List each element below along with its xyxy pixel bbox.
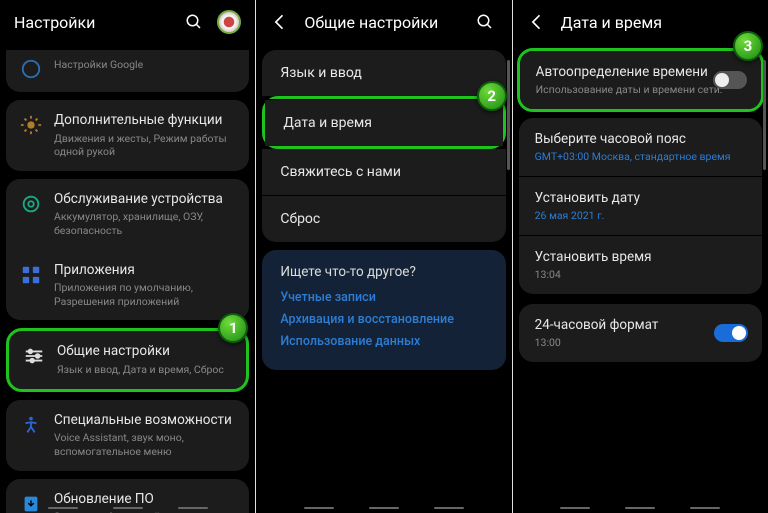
settings-panel: Настройки Настройки Google Дополнительны… — [0, 0, 255, 513]
settings-item-google[interactable]: Настройки Google — [6, 50, 249, 92]
link-backup[interactable]: Архивация и восстановление — [280, 312, 487, 327]
item-sub: Настройки Google — [54, 58, 235, 72]
settings-item-advanced[interactable]: Дополнительные функции Движения и жесты,… — [6, 100, 249, 171]
links-title: Ищете что-то другое? — [280, 264, 487, 280]
general-settings-panel: Общие настройки Язык и ввод Дата и время… — [256, 0, 511, 513]
update-icon — [20, 493, 42, 513]
item-reset[interactable]: Сброс — [262, 195, 505, 242]
scrollbar[interactable] — [507, 60, 510, 170]
header: Настройки — [0, 0, 255, 50]
item-sub: Voice Assistant, звук моно, вспомогатель… — [54, 431, 235, 458]
item-auto-time[interactable]: Автоопределение времени Использование да… — [520, 51, 761, 109]
item-language[interactable]: Язык и ввод — [262, 50, 505, 96]
item-set-time[interactable]: Установить время 13:04 — [519, 236, 762, 294]
item-title: Дополнительные функции — [54, 112, 235, 130]
google-icon — [20, 58, 42, 80]
item-contact[interactable]: Свяжитесь с нами — [262, 149, 505, 195]
sliders-icon — [23, 345, 45, 367]
page-title: Дата и время — [561, 13, 754, 32]
device-care-icon — [20, 193, 42, 215]
item-date-time[interactable]: Дата и время — [265, 99, 502, 146]
page-title: Общие настройки — [304, 13, 475, 32]
item-sub: GMT+03:00 Москва, стандартное время — [535, 150, 746, 163]
item-title: Приложения — [54, 262, 235, 280]
apps-icon — [20, 264, 42, 286]
step-badge-1: 1 — [218, 313, 248, 343]
item-timezone[interactable]: Выберите часовой пояс GMT+03:00 Москва, … — [519, 118, 762, 176]
date-time-panel: Дата и время Автоопределение времени Исп… — [513, 0, 768, 513]
profile-avatar[interactable] — [217, 10, 241, 34]
item-sub: 26 мая 2021 г. — [535, 209, 746, 222]
item-sub: Язык и ввод, Дата и время, Сброс — [57, 363, 232, 377]
settings-item-apps[interactable]: Приложения Приложения по умолчанию, Разр… — [6, 250, 249, 321]
item-sub: Движения и жесты, Режим работы одной рук… — [54, 132, 235, 159]
auto-time-highlight: Автоопределение времени Использование да… — [517, 48, 764, 112]
nav-bar — [513, 507, 768, 509]
related-links: Ищете что-то другое? Учетные записи Архи… — [262, 250, 505, 370]
item-set-date[interactable]: Установить дату 26 мая 2021 г. — [519, 177, 762, 235]
item-sub: Приложения по умолчанию, Разрешения прил… — [54, 281, 235, 308]
item-sub: 13:04 — [535, 268, 746, 281]
item-title: Специальные возможности — [54, 412, 235, 430]
accessibility-icon — [20, 414, 42, 436]
link-data-usage[interactable]: Использование данных — [280, 334, 487, 349]
general-list: Язык и ввод Дата и время 2 Свяжитесь с н… — [262, 50, 505, 242]
item-sub: 13:00 — [535, 336, 746, 349]
header: Общие настройки — [256, 0, 511, 50]
step-badge-3: 3 — [733, 31, 763, 61]
link-accounts[interactable]: Учетные записи — [280, 290, 487, 305]
item-title: Выберите часовой пояс — [535, 131, 746, 147]
back-icon[interactable] — [527, 12, 547, 32]
format-group: 24-часовой формат 13:00 — [519, 304, 762, 362]
step-badge-2: 2 — [477, 81, 507, 111]
auto-time-toggle[interactable] — [713, 71, 747, 89]
settings-item-device-care[interactable]: Обслуживание устройства Аккумулятор, хра… — [6, 179, 249, 250]
page-title: Настройки — [14, 13, 185, 32]
item-title: Обновление ПО — [54, 491, 235, 509]
scrollbar[interactable] — [763, 60, 766, 170]
header: Дата и время — [513, 0, 768, 50]
nav-bar — [0, 507, 255, 509]
settings-item-general[interactable]: Общие настройки Язык и ввод, Дата и врем… — [6, 328, 249, 391]
gear-icon — [20, 114, 42, 136]
settings-list: Настройки Google Дополнительные функции … — [0, 50, 255, 513]
search-icon[interactable] — [185, 13, 203, 31]
item-title: Установить дату — [535, 190, 746, 206]
back-icon[interactable] — [270, 12, 290, 32]
format-toggle[interactable] — [714, 324, 748, 342]
nav-bar — [256, 507, 511, 509]
item-24h-format[interactable]: 24-часовой формат 13:00 — [519, 304, 762, 362]
search-icon[interactable] — [476, 13, 494, 31]
date-time-list: Выберите часовой пояс GMT+03:00 Москва, … — [519, 118, 762, 294]
item-sub: Аккумулятор, хранилище, ОЗУ, безопасност… — [54, 210, 235, 237]
item-title: Общие настройки — [57, 343, 232, 361]
settings-item-accessibility[interactable]: Специальные возможности Voice Assistant,… — [6, 400, 249, 471]
item-title: Установить время — [535, 249, 746, 265]
item-title: Обслуживание устройства — [54, 191, 235, 209]
